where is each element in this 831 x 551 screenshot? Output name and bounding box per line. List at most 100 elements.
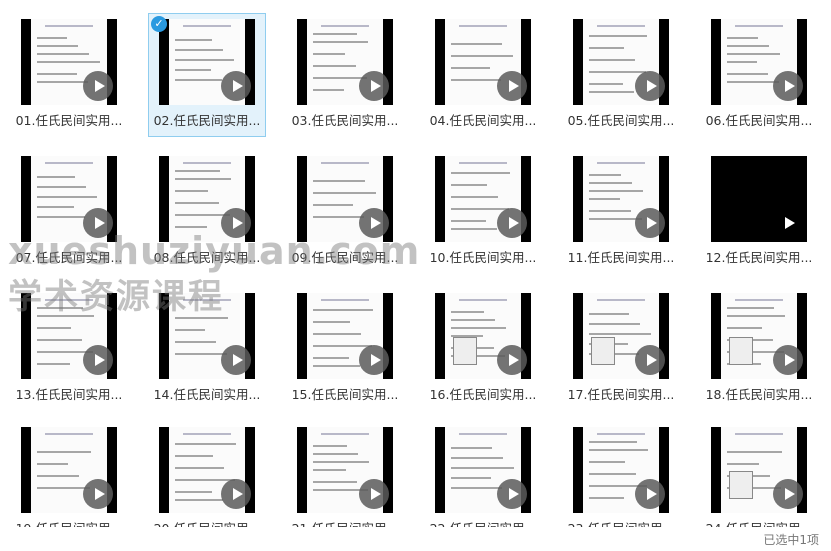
- video-thumbnail[interactable]: [573, 427, 669, 513]
- slide-text-line: [589, 210, 631, 212]
- file-tile[interactable]: 18.任氏民间实用...: [700, 287, 818, 411]
- video-thumbnail[interactable]: [159, 427, 255, 513]
- play-icon[interactable]: [773, 479, 803, 509]
- play-icon[interactable]: [83, 71, 113, 101]
- video-thumbnail[interactable]: [297, 19, 393, 105]
- slide-text-line: [175, 499, 223, 501]
- file-tile[interactable]: 03.任氏民间实用...: [286, 13, 404, 137]
- slide-text-line: [313, 469, 346, 471]
- video-thumbnail[interactable]: [159, 19, 255, 105]
- video-thumbnail[interactable]: [711, 19, 807, 105]
- file-name-label: 13.任氏民间实用...: [15, 387, 123, 402]
- file-tile[interactable]: ✓ 02.任氏民间实用...: [148, 13, 266, 137]
- slide-text-line: [589, 182, 632, 184]
- video-thumbnail[interactable]: [573, 156, 669, 242]
- slide-text-line: [313, 180, 365, 182]
- slide-header-line: [321, 299, 369, 301]
- video-thumbnail[interactable]: [435, 293, 531, 379]
- video-thumbnail[interactable]: [711, 156, 807, 242]
- play-icon[interactable]: [221, 479, 251, 509]
- slide-text-line: [313, 53, 345, 55]
- file-tile[interactable]: 07.任氏民间实用...: [10, 150, 128, 274]
- slide-text-line: [727, 37, 758, 39]
- play-icon[interactable]: [83, 208, 113, 238]
- file-tile[interactable]: 06.任氏民间实用...: [700, 13, 818, 137]
- play-icon[interactable]: [359, 71, 389, 101]
- play-icon[interactable]: [497, 345, 527, 375]
- play-icon[interactable]: [83, 479, 113, 509]
- slide-header-line: [45, 299, 93, 301]
- play-icon[interactable]: [497, 479, 527, 509]
- slide-text-line: [37, 73, 77, 75]
- slide-text-line: [313, 445, 347, 447]
- file-name-label: 09.任氏民间实用...: [291, 250, 399, 265]
- video-thumbnail[interactable]: [159, 156, 255, 242]
- file-tile[interactable]: 01.任氏民间实用...: [10, 13, 128, 137]
- slide-text-line: [313, 481, 357, 483]
- video-thumbnail[interactable]: [573, 293, 669, 379]
- video-thumbnail[interactable]: [21, 427, 117, 513]
- slide-text-line: [175, 202, 219, 204]
- video-thumbnail[interactable]: [435, 427, 531, 513]
- video-thumbnail[interactable]: [159, 293, 255, 379]
- video-thumbnail[interactable]: [297, 156, 393, 242]
- play-icon[interactable]: [359, 345, 389, 375]
- play-icon[interactable]: [221, 71, 251, 101]
- slide-text-line: [313, 77, 367, 79]
- file-tile[interactable]: 16.任氏民间实用...: [424, 287, 542, 411]
- file-tile[interactable]: 11.任氏民间实用...: [562, 150, 680, 274]
- video-thumbnail[interactable]: [21, 156, 117, 242]
- play-icon[interactable]: [773, 208, 803, 238]
- play-icon[interactable]: [497, 208, 527, 238]
- slide-text-line: [313, 333, 361, 335]
- slide-text-line: [727, 53, 780, 55]
- slide-text-line: [313, 365, 360, 367]
- slide-text-line: [451, 196, 498, 198]
- video-thumbnail[interactable]: [573, 19, 669, 105]
- file-name-label: 11.任氏民间实用...: [567, 250, 675, 265]
- play-icon[interactable]: [359, 208, 389, 238]
- check-icon[interactable]: ✓: [151, 16, 167, 32]
- slide-text-line: [451, 208, 509, 210]
- file-tile[interactable]: 08.任氏民间实用...: [148, 150, 266, 274]
- slide-text-line: [589, 35, 647, 37]
- file-tile[interactable]: 09.任氏民间实用...: [286, 150, 404, 274]
- file-tile[interactable]: 14.任氏民间实用...: [148, 287, 266, 411]
- slide-text-line: [727, 451, 782, 453]
- play-icon[interactable]: [635, 71, 665, 101]
- slide-text-line: [313, 309, 373, 311]
- video-thumbnail[interactable]: [297, 293, 393, 379]
- video-thumbnail[interactable]: [711, 427, 807, 513]
- slide-header-line: [735, 433, 783, 435]
- file-tile[interactable]: 15.任氏民间实用...: [286, 287, 404, 411]
- play-icon[interactable]: [359, 479, 389, 509]
- play-icon[interactable]: [83, 345, 113, 375]
- play-icon[interactable]: [635, 345, 665, 375]
- video-thumbnail[interactable]: [435, 19, 531, 105]
- play-icon[interactable]: [635, 479, 665, 509]
- video-thumbnail[interactable]: [711, 293, 807, 379]
- play-icon[interactable]: [221, 345, 251, 375]
- slide-text-line: [175, 467, 224, 469]
- video-thumbnail[interactable]: [21, 19, 117, 105]
- play-icon[interactable]: [773, 71, 803, 101]
- video-thumbnail[interactable]: [435, 156, 531, 242]
- slide-text-line: [589, 59, 635, 61]
- play-icon[interactable]: [773, 345, 803, 375]
- file-tile[interactable]: 05.任氏民间实用...: [562, 13, 680, 137]
- file-tile[interactable]: 13.任氏民间实用...: [10, 287, 128, 411]
- file-tile[interactable]: 10.任氏民间实用...: [424, 150, 542, 274]
- play-icon[interactable]: [497, 71, 527, 101]
- slide-text-line: [451, 319, 495, 321]
- video-thumbnail[interactable]: [297, 427, 393, 513]
- file-tile[interactable]: 04.任氏民间实用...: [424, 13, 542, 137]
- file-tile[interactable]: 12.任氏民间实用...: [700, 150, 818, 274]
- slide-text-line: [727, 327, 762, 329]
- slide-header-line: [459, 25, 507, 27]
- play-icon[interactable]: [635, 208, 665, 238]
- video-thumbnail[interactable]: [21, 293, 117, 379]
- file-name-label: 16.任氏民间实用...: [429, 387, 537, 402]
- file-tile[interactable]: 17.任氏民间实用...: [562, 287, 680, 411]
- slide-text-line: [37, 45, 78, 47]
- play-icon[interactable]: [221, 208, 251, 238]
